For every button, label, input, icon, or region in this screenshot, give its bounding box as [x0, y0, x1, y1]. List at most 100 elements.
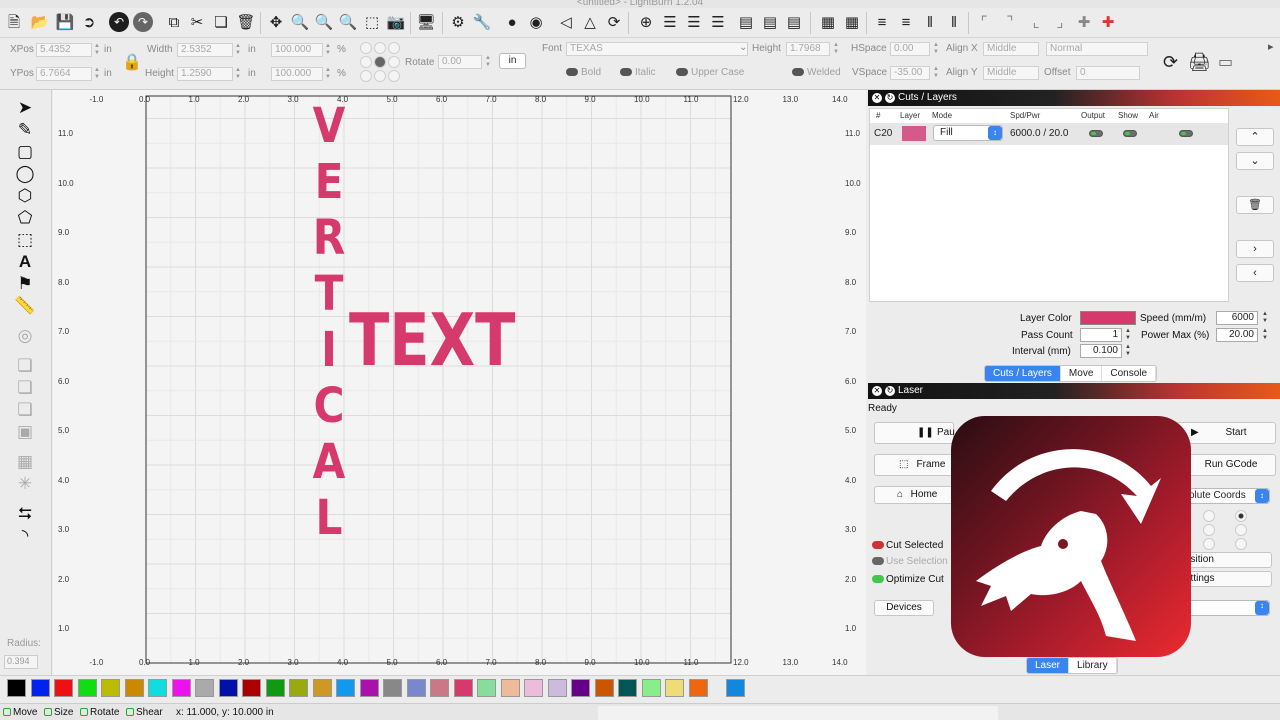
- palette-swatch[interactable]: [7, 679, 26, 697]
- layer-down-button[interactable]: ⌄: [1236, 152, 1274, 170]
- output-toggle[interactable]: [1089, 130, 1103, 137]
- corner-tool-icon[interactable]: ⮀: [13, 504, 37, 524]
- tab-laser[interactable]: Laser: [1027, 658, 1070, 673]
- font-height-spinner[interactable]: ▲ ▼: [832, 42, 840, 56]
- align-center-icon[interactable]: ⊕: [636, 12, 656, 32]
- float-panel-icon[interactable]: ↻: [885, 93, 895, 103]
- anchor-bottom-center[interactable]: [374, 70, 386, 82]
- delete-layer-button[interactable]: 🗑: [1236, 196, 1274, 214]
- palette-swatch[interactable]: [54, 679, 73, 697]
- rotate-spinner[interactable]: ▲ ▼: [484, 55, 492, 69]
- units-button[interactable]: in: [499, 53, 526, 69]
- tools-wrench-icon[interactable]: 🔧: [472, 12, 492, 32]
- monitor-icon[interactable]: 🖥: [416, 12, 436, 32]
- radio-option[interactable]: [1203, 524, 1215, 536]
- anchor-top-left[interactable]: [360, 42, 372, 54]
- shear-toggle[interactable]: Shear: [126, 707, 163, 718]
- text-mode-select[interactable]: Normal: [1046, 42, 1148, 56]
- pass-count-field[interactable]: 1: [1080, 328, 1122, 342]
- height-percent-field[interactable]: 100.000: [271, 67, 323, 81]
- rotate-toggle[interactable]: Rotate: [80, 707, 119, 718]
- palette-swatch[interactable]: [171, 679, 191, 697]
- polygon-icon[interactable]: ⬡: [13, 186, 37, 206]
- width-field[interactable]: 2.5352: [177, 43, 233, 57]
- height-spinner[interactable]: ▲ ▼: [234, 67, 242, 81]
- layer-next-button[interactable]: ›: [1236, 240, 1274, 258]
- radio-option-selected[interactable]: [1235, 510, 1247, 522]
- anchor-middle-right[interactable]: [388, 56, 400, 68]
- corner-bottom-left-icon[interactable]: ⌞: [1026, 12, 1046, 32]
- close-icon[interactable]: ✕: [872, 386, 882, 396]
- align-middle-icon[interactable]: ▤: [760, 12, 780, 32]
- camera-icon[interactable]: 📷: [386, 12, 406, 32]
- xpos-spinner[interactable]: ▲ ▼: [93, 43, 101, 57]
- xpos-field[interactable]: 5.4352: [36, 43, 92, 57]
- palette-swatch[interactable]: [242, 679, 261, 697]
- hspace-field[interactable]: 0.00: [890, 42, 930, 56]
- spacing-center-icon[interactable]: ‖: [920, 12, 940, 32]
- text-tool-icon[interactable]: A: [13, 252, 37, 272]
- coords-select[interactable]: olute Coords ↕: [1184, 488, 1270, 504]
- radio-option[interactable]: [1203, 510, 1215, 522]
- anchor-middle-left[interactable]: [360, 56, 372, 68]
- palette-swatch[interactable]: [77, 679, 97, 697]
- edit-pencil-icon[interactable]: ✎: [13, 120, 37, 140]
- cut-scissors-icon[interactable]: ✂: [187, 12, 207, 32]
- zoom-selection-icon[interactable]: ⬚: [362, 12, 382, 32]
- tab-move[interactable]: Move: [1061, 366, 1103, 381]
- height-field[interactable]: 1.2590: [177, 67, 233, 81]
- palette-swatch[interactable]: [618, 679, 637, 697]
- zoom-frame-icon[interactable]: 🔍: [338, 12, 358, 32]
- optimize-cut-checkbox[interactable]: Optimize Cut: [872, 574, 944, 585]
- printer-icon[interactable]: 🖨: [1188, 52, 1211, 73]
- spacing-h-icon[interactable]: ≡: [872, 12, 892, 32]
- settings-gear-icon[interactable]: ⚙: [448, 12, 468, 32]
- width-percent-field[interactable]: 100.000: [271, 43, 323, 57]
- ungroup-icon[interactable]: ◉: [526, 12, 546, 32]
- palette-swatch[interactable]: [383, 679, 402, 697]
- palette-swatch[interactable]: [641, 679, 661, 697]
- ypos-field[interactable]: 6.7664: [36, 67, 92, 81]
- palette-swatch[interactable]: [500, 679, 520, 697]
- fillet-tool-icon[interactable]: ◝: [13, 526, 37, 546]
- offset-field[interactable]: 0: [1076, 66, 1140, 80]
- palette-swatch[interactable]: [124, 679, 144, 697]
- align-top-icon[interactable]: ▤: [736, 12, 756, 32]
- boolean-union-icon[interactable]: ❏: [13, 356, 37, 376]
- dotted-rect-icon[interactable]: ⬚: [13, 230, 37, 250]
- rectangle-icon[interactable]: ▢: [13, 142, 37, 162]
- duplicate-icon[interactable]: ❏: [211, 12, 231, 32]
- vspace-field[interactable]: -35.00: [890, 66, 930, 80]
- radio-option[interactable]: [1235, 538, 1247, 550]
- move-toggle[interactable]: Move: [3, 707, 37, 718]
- palette-swatch[interactable]: [148, 679, 167, 697]
- align-right-icon[interactable]: ☰: [708, 12, 728, 32]
- select-pointer-icon[interactable]: ➤: [13, 98, 37, 118]
- corner-top-left-icon[interactable]: ⌜: [974, 12, 994, 32]
- palette-swatch[interactable]: [30, 679, 50, 697]
- zoom-in-icon[interactable]: 🔍: [290, 12, 310, 32]
- palette-swatch[interactable]: [195, 679, 214, 697]
- palette-swatch[interactable]: [594, 679, 614, 697]
- align-center-h-icon[interactable]: ☰: [684, 12, 704, 32]
- palette-swatch[interactable]: [688, 679, 708, 697]
- start-button[interactable]: ▶ Start: [1176, 422, 1276, 444]
- close-icon[interactable]: ✕: [872, 93, 882, 103]
- origin-marker-icon[interactable]: ✚: [1098, 12, 1118, 32]
- anchor-bottom-left[interactable]: [360, 70, 372, 82]
- palette-swatch[interactable]: [477, 679, 496, 697]
- distribute-v-icon[interactable]: ▦: [842, 12, 862, 32]
- spacing-right-icon[interactable]: ‖: [944, 12, 964, 32]
- home-button[interactable]: ⌂ Home: [874, 486, 954, 504]
- corner-bottom-right-icon[interactable]: ⌟: [1050, 12, 1070, 32]
- height-percent-spinner[interactable]: ▲ ▼: [324, 67, 332, 81]
- palette-swatch[interactable]: [218, 679, 238, 697]
- palette-swatch[interactable]: [359, 679, 379, 697]
- boolean-intersect-icon[interactable]: ❏: [13, 400, 37, 420]
- distribute-h-icon[interactable]: ▦: [818, 12, 838, 32]
- lock-aspect-icon[interactable]: 🔒: [122, 52, 142, 74]
- palette-swatch[interactable]: [406, 679, 426, 697]
- speed-field[interactable]: 6000: [1216, 311, 1258, 325]
- measure-ruler-icon[interactable]: 📏: [13, 296, 37, 316]
- horizontal-text-object[interactable]: TEXT: [349, 302, 515, 378]
